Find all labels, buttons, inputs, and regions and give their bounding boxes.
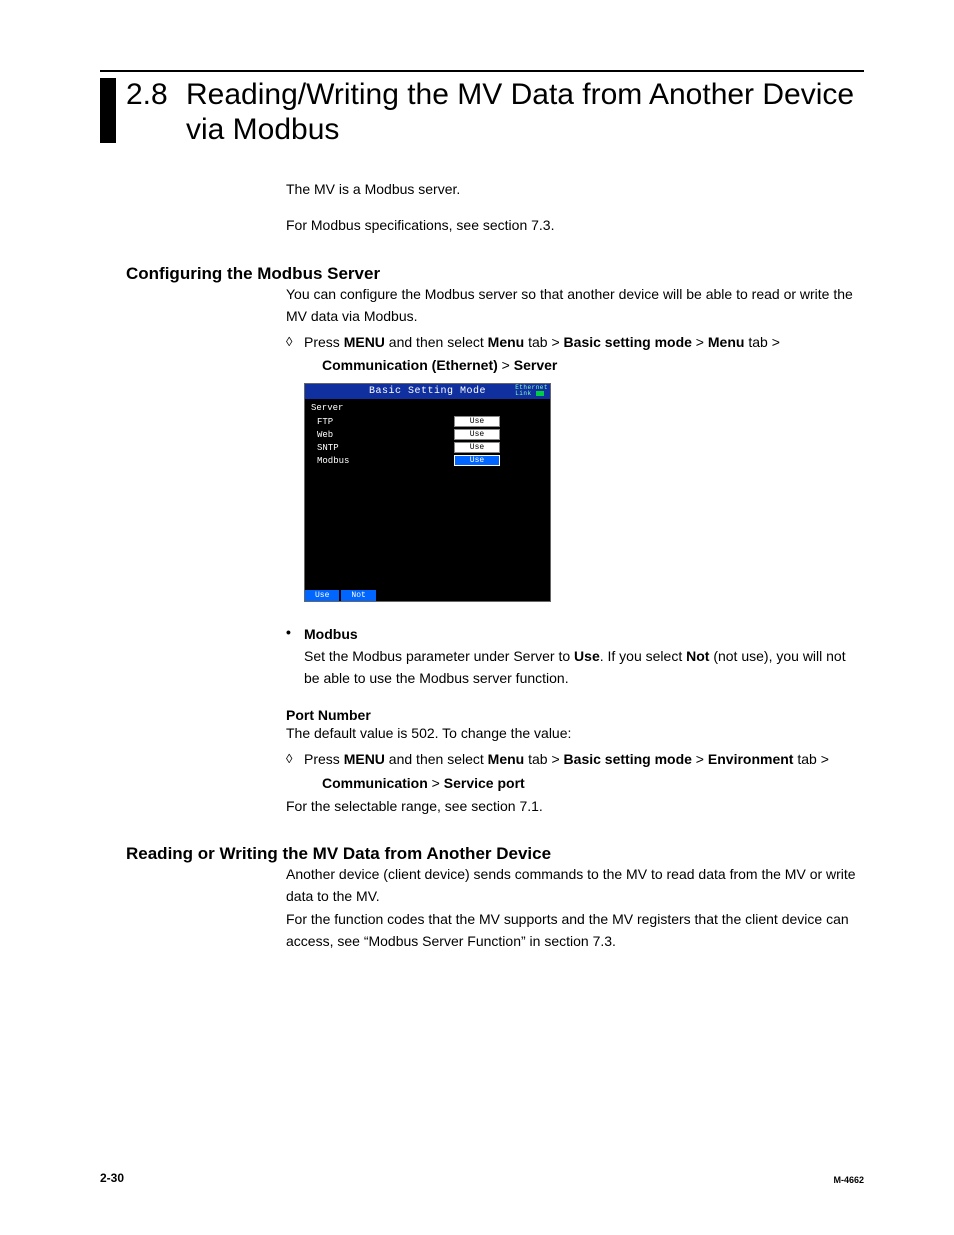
row-label: Web [311,430,333,440]
device-group: Server [311,403,544,413]
port-body: The default value is 502. To change the … [286,723,864,818]
port-number-heading: Port Number [286,707,864,723]
row-value[interactable]: Use [454,429,500,440]
port-range-line: For the selectable range, see section 7.… [286,796,864,818]
config-step: ◊ Press MENU and then select Menu tab > … [286,332,864,377]
menu-tab: Menu [488,334,525,350]
port-step: ◊ Press MENU and then select Menu tab > … [286,749,864,794]
use-word: Use [574,648,600,664]
service-port: Service port [444,775,525,791]
row-label: SNTP [311,443,339,453]
text: > [692,334,708,350]
menu-tab: Menu [488,751,525,767]
environment-tab: Environment [708,751,794,767]
device-row-sntp: SNTP Use [311,441,544,454]
heading-marker [100,78,116,143]
row-label: FTP [311,417,333,427]
device-row-ftp: FTP Use [311,415,544,428]
device-screenshot: Basic Setting Mode EthernetLink Server F… [304,383,551,602]
diamond-icon: ◊ [286,749,304,794]
config-body: You can configure the Modbus server so t… [286,284,864,377]
subheading-readwrite: Reading or Writing the MV Data from Anot… [126,844,864,864]
text: tab > [524,751,563,767]
section-title: Reading/Writing the MV Data from Another… [186,78,864,147]
section-number: 2.8 [126,78,186,112]
intro-paragraph: The MV is a Modbus server. For Modbus sp… [286,179,864,236]
device-row-modbus: Modbus Use [311,454,544,467]
text: tab > [793,751,828,767]
not-word: Not [686,648,709,664]
subheading-config: Configuring the Modbus Server [126,264,864,284]
text: Press [304,751,344,767]
port-default-line: The default value is 502. To change the … [286,723,864,745]
text: and then select [385,334,488,350]
device-button-not[interactable]: Not [341,590,375,601]
communication-ethernet: Communication (Ethernet) [322,357,498,373]
document-id: M-4662 [833,1175,864,1185]
text: Set the Modbus parameter under Server to [304,648,574,664]
row-value-selected[interactable]: Use [454,455,500,466]
page-number: 2-30 [100,1171,124,1185]
diamond-icon: ◊ [286,332,304,377]
text: tab > [524,334,563,350]
row-value[interactable]: Use [454,416,500,427]
text: and then select [385,751,488,767]
menu-tab: Menu [708,334,745,350]
bullet-icon: • [286,624,304,689]
row-value[interactable]: Use [454,442,500,453]
device-title: Basic Setting Mode [369,386,486,397]
config-step-text: Press MENU and then select Menu tab > Ba… [304,332,864,377]
basic-setting-mode: Basic setting mode [564,751,692,767]
device-footer: Use Not [305,590,378,601]
row-label: Modbus [311,456,349,466]
intro-line-1: The MV is a Modbus server. [286,179,864,201]
text: > [428,775,444,791]
config-intro: You can configure the Modbus server so t… [286,284,864,327]
server-word: Server [514,357,558,373]
ethernet-link-indicator: EthernetLink [515,385,548,397]
page-footer: 2-30 M-4662 [100,1171,864,1185]
device-button-use[interactable]: Use [305,590,339,601]
text: Press [304,334,344,350]
text: > [692,751,708,767]
modbus-bullet-title: Modbus [304,626,358,642]
rw-p1: Another device (client device) sends com… [286,864,864,907]
device-titlebar: Basic Setting Mode EthernetLink [305,384,550,399]
basic-setting-mode: Basic setting mode [564,334,692,350]
device-row-web: Web Use [311,428,544,441]
communication: Communication [322,775,428,791]
text: > [498,357,514,373]
readwrite-body: Another device (client device) sends com… [286,864,864,953]
text: tab > [744,334,779,350]
port-step-line2: Communication > Service port [322,773,864,795]
menu-key: MENU [344,334,385,350]
rw-p2: For the function codes that the MV suppo… [286,909,864,952]
port-step-text: Press MENU and then select Menu tab > Ba… [304,749,864,794]
intro-line-2: For Modbus specifications, see section 7… [286,215,864,237]
config-step-line2: Communication (Ethernet) > Server [322,355,864,377]
link-led-icon [536,391,544,396]
section-heading: 2.8 Reading/Writing the MV Data from Ano… [100,78,864,147]
modbus-bullet: • Modbus Set the Modbus parameter under … [286,624,864,689]
text: . If you select [600,648,686,664]
menu-key: MENU [344,751,385,767]
